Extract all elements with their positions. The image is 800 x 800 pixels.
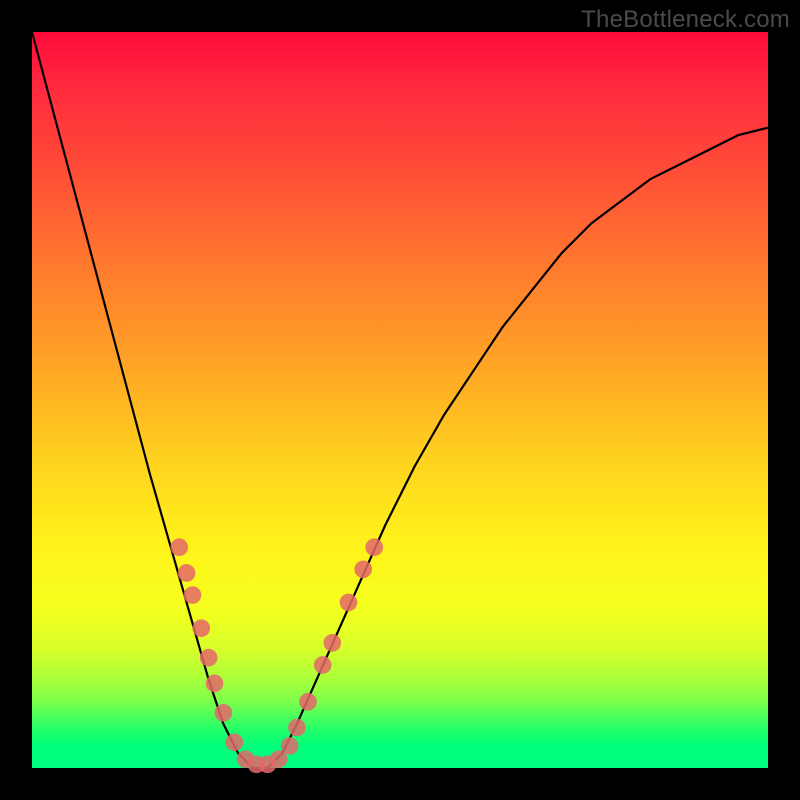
curve-marker [192, 619, 210, 637]
curve-marker [340, 594, 358, 612]
curve-marker [184, 586, 202, 604]
curve-marker [215, 704, 233, 722]
chart-svg [32, 32, 768, 768]
curve-marker [200, 649, 218, 667]
curve-marker [281, 737, 299, 755]
curve-marker [206, 675, 224, 693]
bottleneck-curve [32, 32, 768, 768]
watermark-text: TheBottleneck.com [581, 6, 790, 34]
curve-marker [178, 564, 196, 582]
curve-marker [299, 693, 317, 711]
plot-area [32, 32, 768, 768]
curve-marker [170, 538, 188, 556]
curve-marker [323, 634, 341, 652]
curve-marker [314, 656, 332, 674]
curve-marker [226, 733, 244, 751]
curve-marker [288, 719, 306, 737]
chart-frame: TheBottleneck.com [0, 0, 800, 800]
curve-marker [354, 560, 372, 578]
curve-markers [170, 538, 383, 773]
curve-marker [365, 538, 383, 556]
